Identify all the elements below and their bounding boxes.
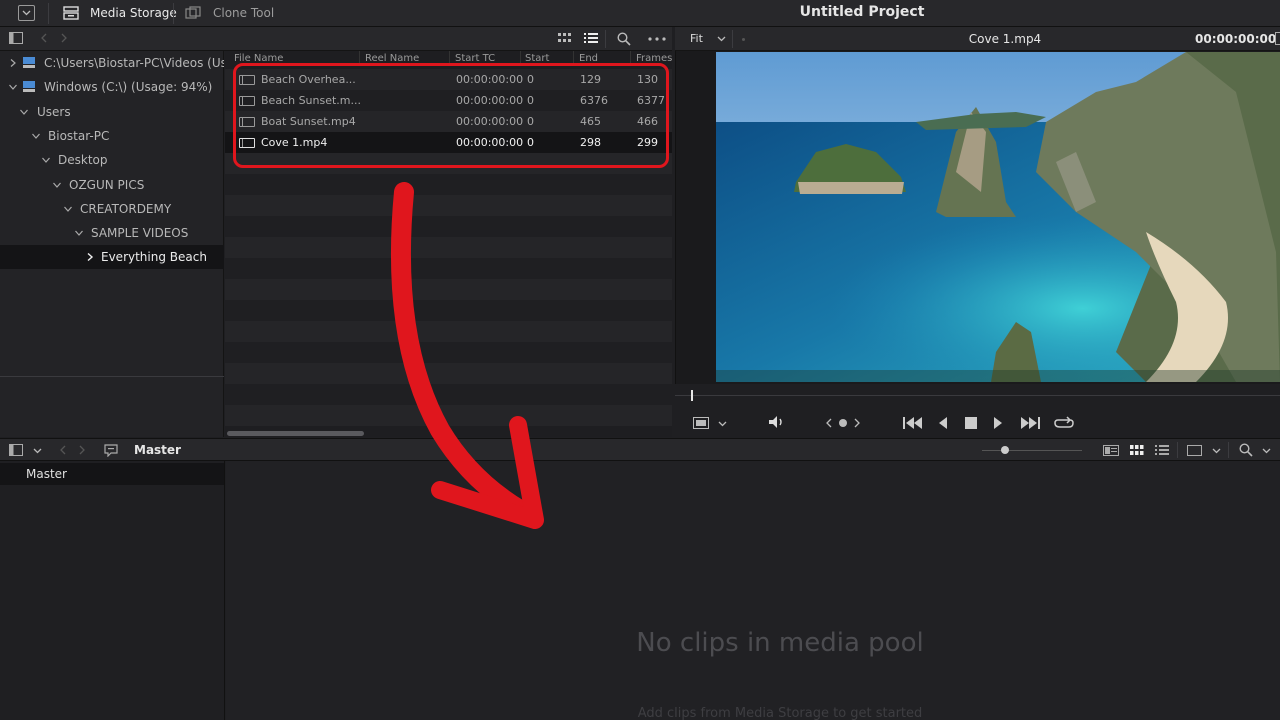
tree-item-everything-beach[interactable]: Everything Beach xyxy=(0,245,224,269)
chevron-down-icon[interactable] xyxy=(1212,448,1221,454)
skip-to-start-icon[interactable] xyxy=(903,417,923,429)
chevron-down-icon[interactable] xyxy=(42,156,50,164)
chevron-down-icon[interactable] xyxy=(33,448,42,454)
tree-item-label: Windows (C:\) (Usage: 94%) xyxy=(44,80,213,94)
empty-state-subtitle: Add clips from Media Storage to get star… xyxy=(637,706,923,720)
chevron-down-icon[interactable] xyxy=(75,229,83,237)
workspace-menu-icon[interactable] xyxy=(18,5,35,21)
media-storage-toolbar xyxy=(0,27,672,51)
back-icon[interactable] xyxy=(40,33,48,43)
bin-item-label: Master xyxy=(26,467,67,481)
list-view-icon[interactable] xyxy=(1155,445,1169,456)
chevron-down-icon[interactable] xyxy=(32,132,40,140)
thumbnail-size-slider[interactable] xyxy=(982,450,1082,451)
viewer-clip-name: Cove 1.mp4 xyxy=(968,32,1042,46)
tab-media-storage[interactable]: Media Storage xyxy=(90,6,177,20)
forward-icon[interactable] xyxy=(60,33,68,43)
volume-icon[interactable] xyxy=(768,415,786,429)
chevron-right-icon[interactable] xyxy=(9,59,17,67)
tree-item-ozgun-pics[interactable]: OZGUN PICS xyxy=(0,173,224,197)
skip-to-end-icon[interactable] xyxy=(1020,417,1040,429)
dot-indicator xyxy=(742,38,745,41)
tab-clone-tool[interactable]: Clone Tool xyxy=(213,6,274,20)
tree-item-windows-drive[interactable]: Windows (C:\) (Usage: 94%) xyxy=(0,75,224,99)
forward-icon[interactable] xyxy=(78,445,86,455)
sidebar-toggle-icon[interactable] xyxy=(9,444,23,456)
media-pool-toolbar: Master xyxy=(0,438,1280,461)
search-icon[interactable] xyxy=(617,32,631,46)
bin-list xyxy=(0,461,225,720)
list-view-icon[interactable] xyxy=(584,33,598,45)
slider-handle[interactable] xyxy=(1001,446,1009,454)
annotation-highlight-box xyxy=(233,63,669,168)
more-options-icon[interactable] xyxy=(648,37,666,41)
search-icon[interactable] xyxy=(1239,443,1253,457)
tree-item-users[interactable]: Users xyxy=(0,100,224,124)
sidebar-toggle-icon[interactable] xyxy=(9,32,23,44)
empty-state-title: No clips in media pool xyxy=(636,628,924,658)
tree-item-creatordemy[interactable]: CREATORDEMY xyxy=(0,197,224,221)
chevron-down-icon[interactable] xyxy=(20,108,28,116)
stop-icon[interactable] xyxy=(965,417,977,429)
chevron-down-icon[interactable] xyxy=(53,181,61,189)
media-pool-area[interactable] xyxy=(226,461,1280,720)
chevron-down-icon[interactable] xyxy=(9,83,17,91)
top-bar: Media Storage Clone Tool Untitled Projec… xyxy=(0,0,1280,27)
previous-clip-icon[interactable] xyxy=(825,418,833,428)
tree-item-label: OZGUN PICS xyxy=(69,178,145,192)
breadcrumb: Master xyxy=(134,443,181,457)
clone-tool-icon xyxy=(185,6,201,19)
bin-list-icon[interactable] xyxy=(103,443,119,457)
scrubber-track[interactable] xyxy=(675,395,1280,396)
chevron-down-icon[interactable] xyxy=(718,421,727,427)
tree-item-label: C:\Users\Biostar-PC\Videos (Us... xyxy=(44,56,224,70)
annotation-arrow-icon xyxy=(391,182,544,529)
loop-icon[interactable] xyxy=(1054,415,1074,431)
viewer-options-icon[interactable] xyxy=(1275,32,1280,45)
tree-item-sample-videos[interactable]: SAMPLE VIDEOS xyxy=(0,221,224,245)
tree-item-label: Users xyxy=(37,105,71,119)
project-title: Untitled Project xyxy=(799,4,925,20)
viewer-header: Fit Cove 1.mp4 00:00:00:00 xyxy=(675,27,1280,51)
chevron-down-icon[interactable] xyxy=(1262,448,1271,454)
tree-item-label: Biostar-PC xyxy=(48,129,110,143)
metadata-view-icon[interactable] xyxy=(1103,445,1119,456)
back-icon[interactable] xyxy=(59,445,67,455)
tree-item-label: Desktop xyxy=(58,153,108,167)
thumbnail-view-icon[interactable] xyxy=(1130,445,1144,456)
tree-item-label: SAMPLE VIDEOS xyxy=(91,226,189,240)
tree-item-biostar-pc[interactable]: Biostar-PC xyxy=(0,124,224,148)
video-preview-image xyxy=(716,52,1280,382)
drive-icon xyxy=(23,81,35,92)
divider xyxy=(0,376,224,377)
horizontal-scrollbar[interactable] xyxy=(227,431,364,436)
tree-item-label: CREATORDEMY xyxy=(80,202,172,216)
chevron-down-icon[interactable] xyxy=(717,36,726,42)
display-mode-icon[interactable] xyxy=(693,417,709,429)
sort-icon[interactable] xyxy=(1187,445,1202,456)
jog-dot-icon[interactable] xyxy=(839,419,847,427)
grid-view-icon[interactable] xyxy=(558,33,572,45)
transport-controls xyxy=(675,384,1280,437)
zoom-select[interactable]: Fit xyxy=(690,32,703,45)
media-storage-icon xyxy=(63,6,79,20)
chevron-down-icon[interactable] xyxy=(64,205,72,213)
tree-item-label: Everything Beach xyxy=(101,250,207,264)
drive-icon xyxy=(23,57,35,68)
bin-item-master[interactable]: Master xyxy=(0,463,224,485)
next-clip-icon[interactable] xyxy=(853,418,861,428)
viewer-timecode: 00:00:00:00 xyxy=(1195,32,1277,46)
playhead[interactable] xyxy=(691,390,693,401)
tree-item-videos-folder[interactable]: C:\Users\Biostar-PC\Videos (Us... xyxy=(0,51,224,75)
play-reverse-icon[interactable] xyxy=(938,417,948,429)
chevron-right-icon[interactable] xyxy=(86,253,94,261)
folder-tree: C:\Users\Biostar-PC\Videos (Us... Window… xyxy=(0,51,224,437)
play-icon[interactable] xyxy=(993,417,1003,429)
tree-item-desktop[interactable]: Desktop xyxy=(0,148,224,172)
